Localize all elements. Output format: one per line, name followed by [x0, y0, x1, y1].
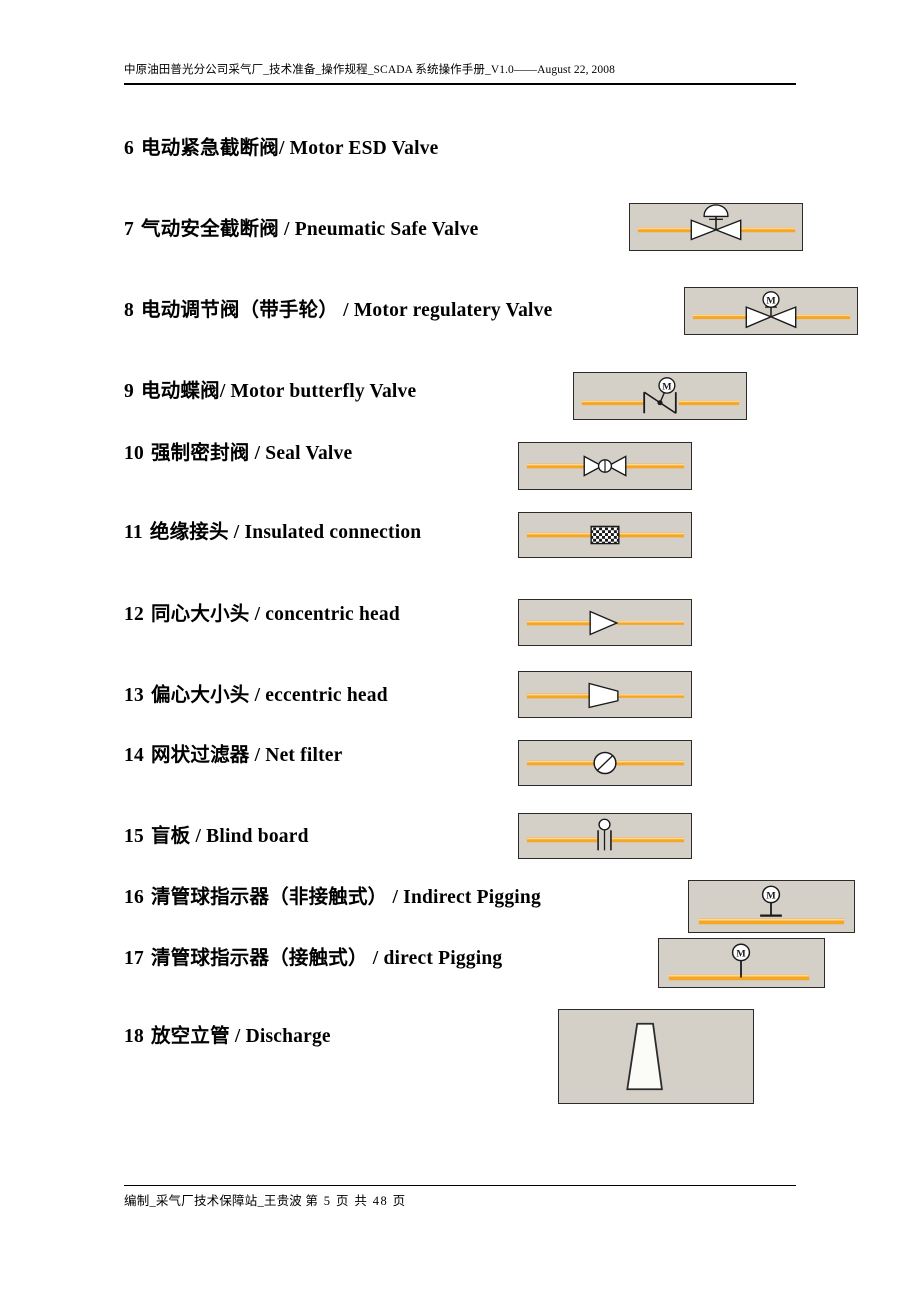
list-item-7-number: 7: [124, 219, 134, 240]
list-item-8-sep: /: [338, 300, 354, 321]
list-item-9-en: Motor butterfly Valve: [230, 381, 417, 402]
list-item-14-en: Net filter: [265, 745, 343, 766]
list-item-14-number: 14: [124, 745, 144, 766]
list-item-17-cn: 清管球指示器（接触式）: [150, 948, 368, 969]
list-item-10-sep: /: [249, 443, 266, 464]
list-item-17-en: direct Pigging: [383, 948, 503, 969]
list-item-13-en: eccentric head: [265, 685, 388, 706]
list-item-15-en: Blind board: [206, 826, 309, 847]
net-filter-symbol: [518, 740, 692, 786]
list-item-15-label: 15 盲板 / Blind board: [124, 826, 309, 848]
list-item-11-sep: /: [228, 522, 245, 543]
pneumatic-safe-valve-symbol: [629, 203, 803, 251]
list-item-6-label: 6 电动紧急截断阀/ Motor ESD Valve: [124, 138, 439, 160]
list-item-14-label: 14 网状过滤器 / Net filter: [124, 745, 343, 767]
list-item-15-number: 15: [124, 826, 144, 847]
list-item-7-sep: /: [278, 219, 295, 240]
list-item-8-label: 8 电动调节阀（带手轮） / Motor regulatery Valve: [124, 300, 552, 322]
list-item-9-label: 9 电动蝶阀/ Motor butterfly Valve: [124, 381, 416, 403]
list-item-16-en: Indirect Pigging: [403, 887, 541, 908]
list-item-11-en: Insulated connection: [244, 522, 422, 543]
list-item-12-en: concentric head: [265, 604, 400, 625]
list-item-18-cn: 放空立管: [150, 1026, 230, 1047]
concentric-head-symbol: [518, 599, 692, 646]
discharge-stack-symbol: [558, 1009, 754, 1104]
list-item-18-en: Discharge: [245, 1026, 331, 1047]
footer-author: 编制_采气厂技术保障站_王贵波: [124, 1194, 303, 1208]
list-item-6-en: Motor ESD Valve: [289, 138, 439, 159]
list-item-15-cn: 盲板: [150, 826, 191, 847]
list-item-10-label: 10 强制密封阀 / Seal Valve: [124, 443, 352, 465]
list-item-11-label: 11 绝缘接头 / Insulated connection: [124, 522, 421, 544]
list-item-10-cn: 强制密封阀: [150, 443, 250, 464]
list-item-16-sep: /: [387, 887, 404, 908]
list-item-9-number: 9: [124, 381, 134, 402]
list-item-8-cn: 电动调节阀（带手轮）: [141, 300, 339, 321]
list-item-7-cn: 气动安全截断阀: [141, 219, 279, 240]
list-item-10-number: 10: [124, 443, 144, 464]
list-item-12-sep: /: [249, 604, 266, 625]
list-item-17-label: 17 清管球指示器（接触式） / direct Pigging: [124, 948, 502, 970]
list-item-17-number: 17: [124, 948, 144, 969]
seal-valve-symbol: [518, 442, 692, 490]
list-item-8-number: 8: [124, 300, 134, 321]
motor-butterfly-valve-symbol: M: [573, 372, 747, 420]
list-item-9-cn: 电动蝶阀: [141, 381, 220, 402]
list-item-12-label: 12 同心大小头 / concentric head: [124, 604, 400, 626]
list-item-13-cn: 偏心大小头: [150, 685, 250, 706]
svg-text:M: M: [766, 890, 775, 901]
list-item-7-en: Pneumatic Safe Valve: [294, 219, 479, 240]
page-footer: 编制_采气厂技术保障站_王贵波 第 5 页 共 48 页: [124, 1185, 796, 1210]
list-item-18-number: 18: [124, 1026, 144, 1047]
list-item-13-number: 13: [124, 685, 144, 706]
list-item-11-number: 11: [124, 522, 143, 543]
svg-text:M: M: [662, 381, 671, 392]
list-item-6-number: 6: [124, 138, 134, 159]
indirect-pigging-symbol: M: [688, 880, 855, 933]
list-item-13-label: 13 偏心大小头 / eccentric head: [124, 685, 388, 707]
list-item-10-en: Seal Valve: [265, 443, 353, 464]
list-item-13-sep: /: [249, 685, 266, 706]
footer-page-number: 第 5 页 共 48 页: [305, 1194, 407, 1208]
svg-text:M: M: [736, 948, 745, 959]
list-item-14-sep: /: [249, 745, 266, 766]
eccentric-head-symbol: [518, 671, 692, 718]
motor-regulatery-valve-symbol: M: [684, 287, 858, 335]
svg-text:M: M: [766, 295, 775, 306]
list-item-6-sep: /: [278, 138, 290, 159]
list-item-6-cn: 电动紧急截断阀: [141, 138, 279, 159]
footer-content: 编制_采气厂技术保障站_王贵波 第 5 页 共 48 页: [124, 1192, 796, 1210]
direct-pigging-symbol: M: [658, 938, 825, 988]
list-item-18-label: 18 放空立管 / Discharge: [124, 1026, 331, 1048]
list-item-16-label: 16 清管球指示器（非接触式） / Indirect Pigging: [124, 887, 541, 909]
list-item-17-sep: /: [367, 948, 384, 969]
list-item-7-label: 7 气动安全截断阀 / Pneumatic Safe Valve: [124, 219, 479, 241]
list-item-15-sep: /: [190, 826, 207, 847]
blind-board-symbol: [518, 813, 692, 859]
list-item-8-en: Motor regulatery Valve: [353, 300, 553, 321]
symbol-legend-list: 6 电动紧急截断阀/ Motor ESD Valve 7 气动安全截断阀 / P…: [0, 0, 920, 1302]
list-item-11-cn: 绝缘接头: [149, 522, 229, 543]
list-item-18-sep: /: [229, 1026, 246, 1047]
footer-divider: [124, 1185, 796, 1186]
list-item-14-cn: 网状过滤器: [150, 745, 250, 766]
list-item-9-sep: /: [219, 381, 231, 402]
list-item-12-number: 12: [124, 604, 144, 625]
list-item-16-number: 16: [124, 887, 144, 908]
insulated-connection-symbol: [518, 512, 692, 558]
list-item-12-cn: 同心大小头: [150, 604, 250, 625]
list-item-16-cn: 清管球指示器（非接触式）: [150, 887, 388, 908]
